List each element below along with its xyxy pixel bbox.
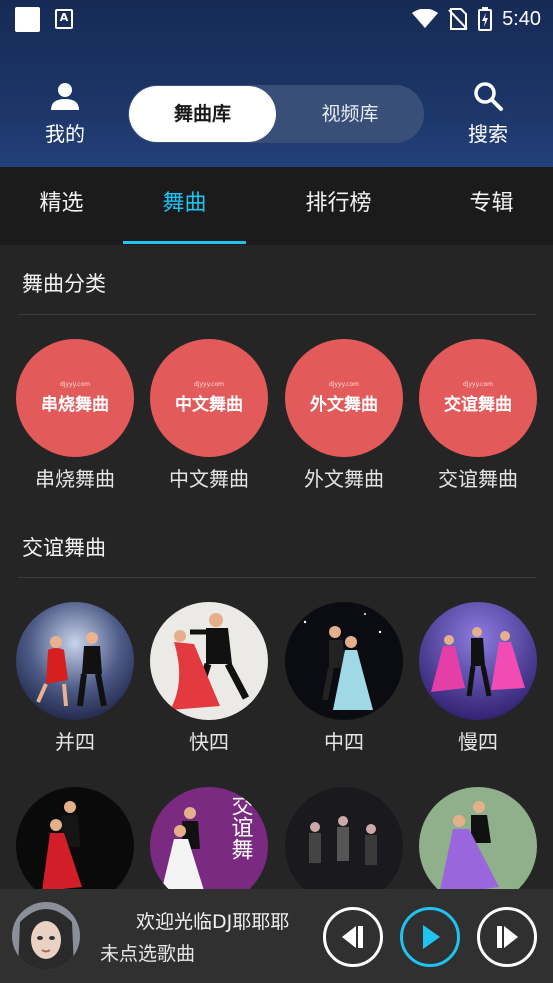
category-item[interactable]: djyyy.com 串烧舞曲 串烧舞曲 [15, 339, 135, 492]
ballroom-label: 中四 [324, 730, 364, 754]
notification-a-icon: A [55, 9, 73, 29]
ballroom-label: 慢四 [458, 730, 498, 754]
dance-photo [285, 602, 403, 720]
user-icon [20, 78, 110, 114]
badge-watermark: djyyy.com [329, 381, 359, 388]
category-item[interactable]: djyyy.com 交谊舞曲 交谊舞曲 [418, 339, 538, 492]
badge-text: 外文舞曲 [310, 395, 378, 415]
tab-featured[interactable]: 精选 [0, 167, 123, 245]
tab-charts[interactable]: 排行榜 [276, 167, 401, 245]
album-avatar [12, 902, 80, 970]
ballroom-label: 快四 [189, 730, 229, 754]
category-label: 中文舞曲 [169, 467, 249, 491]
category-item[interactable]: djyyy.com 中文舞曲 中文舞曲 [149, 339, 269, 492]
dance-photo [285, 787, 403, 905]
ballroom-item[interactable]: 快四 [149, 602, 269, 755]
play-icon [423, 925, 440, 949]
badge-watermark: djyyy.com [194, 381, 224, 388]
ballroom-item[interactable]: 中四 [284, 602, 404, 755]
dance-photo [16, 787, 134, 905]
mine-button[interactable]: 我的 [20, 78, 110, 147]
category-badge: djyyy.com 外文舞曲 [285, 339, 403, 457]
badge-text: 交谊舞曲 [444, 395, 512, 415]
poster-text: 交谊舞 [228, 794, 254, 860]
ballroom-item[interactable]: 并四 [15, 602, 135, 755]
category-badge: djyyy.com 中文舞曲 [150, 339, 268, 457]
ballroom-item[interactable] [15, 787, 135, 905]
ballroom-item[interactable]: 慢四 [418, 602, 538, 755]
ballroom-section-title: 交谊舞曲 [22, 536, 106, 560]
search-icon [443, 78, 533, 114]
ballroom-item[interactable] [418, 787, 538, 905]
next-icon [497, 926, 518, 948]
next-button[interactable] [477, 907, 537, 967]
ballroom-label: 并四 [55, 730, 95, 754]
notification-square-icon [15, 7, 40, 32]
app-header: A 5:40 我的 舞曲库 视频库 搜索 [0, 0, 553, 167]
category-label: 交谊舞曲 [438, 467, 518, 491]
battery-charging-icon [478, 7, 493, 31]
segment-dance-library[interactable]: 舞曲库 [129, 86, 276, 142]
category-label: 外文舞曲 [304, 467, 384, 491]
ballroom-item[interactable]: 交谊舞 [149, 787, 269, 905]
badge-watermark: djyyy.com [60, 381, 90, 388]
dance-photo [419, 787, 537, 905]
active-tab-indicator [123, 241, 246, 244]
tab-dance[interactable]: 舞曲 [123, 167, 246, 245]
dance-photo: 交谊舞 [150, 787, 268, 905]
wifi-icon [412, 9, 439, 28]
ballroom-divider [18, 577, 536, 578]
category-divider [18, 314, 536, 315]
category-label: 串烧舞曲 [35, 467, 115, 491]
mine-label: 我的 [45, 122, 85, 146]
tab-albums[interactable]: 专辑 [430, 167, 553, 245]
library-segmented-control: 舞曲库 视频库 [128, 85, 424, 143]
play-button[interactable] [400, 907, 460, 967]
badge-text: 中文舞曲 [175, 395, 243, 415]
dance-photo [419, 602, 537, 720]
previous-button[interactable] [323, 907, 383, 967]
ballroom-item[interactable] [284, 787, 404, 905]
dance-photo [150, 602, 268, 720]
category-badge: djyyy.com 交谊舞曲 [419, 339, 537, 457]
mini-player[interactable]: 欢迎光临DJ耶耶耶 未点选歌曲 [0, 889, 553, 983]
search-button[interactable]: 搜索 [443, 78, 533, 147]
now-playing-subtitle: 未点选歌曲 [100, 943, 196, 965]
tab-bar: 精选 舞曲 排行榜 专辑 [0, 167, 553, 245]
category-section-title: 舞曲分类 [22, 272, 106, 296]
status-time: 5:40 [502, 7, 541, 30]
badge-watermark: djyyy.com [463, 381, 493, 388]
category-badge: djyyy.com 串烧舞曲 [16, 339, 134, 457]
dance-photo [16, 602, 134, 720]
segment-video-library[interactable]: 视频库 [276, 85, 424, 143]
category-item[interactable]: djyyy.com 外文舞曲 外文舞曲 [284, 339, 404, 492]
search-label: 搜索 [468, 122, 508, 146]
status-bar: A 5:40 [0, 0, 553, 38]
previous-icon [342, 926, 363, 948]
badge-text: 串烧舞曲 [41, 395, 109, 415]
no-sim-icon [448, 8, 468, 30]
now-playing-title: 欢迎光临DJ耶耶耶 [136, 911, 290, 933]
